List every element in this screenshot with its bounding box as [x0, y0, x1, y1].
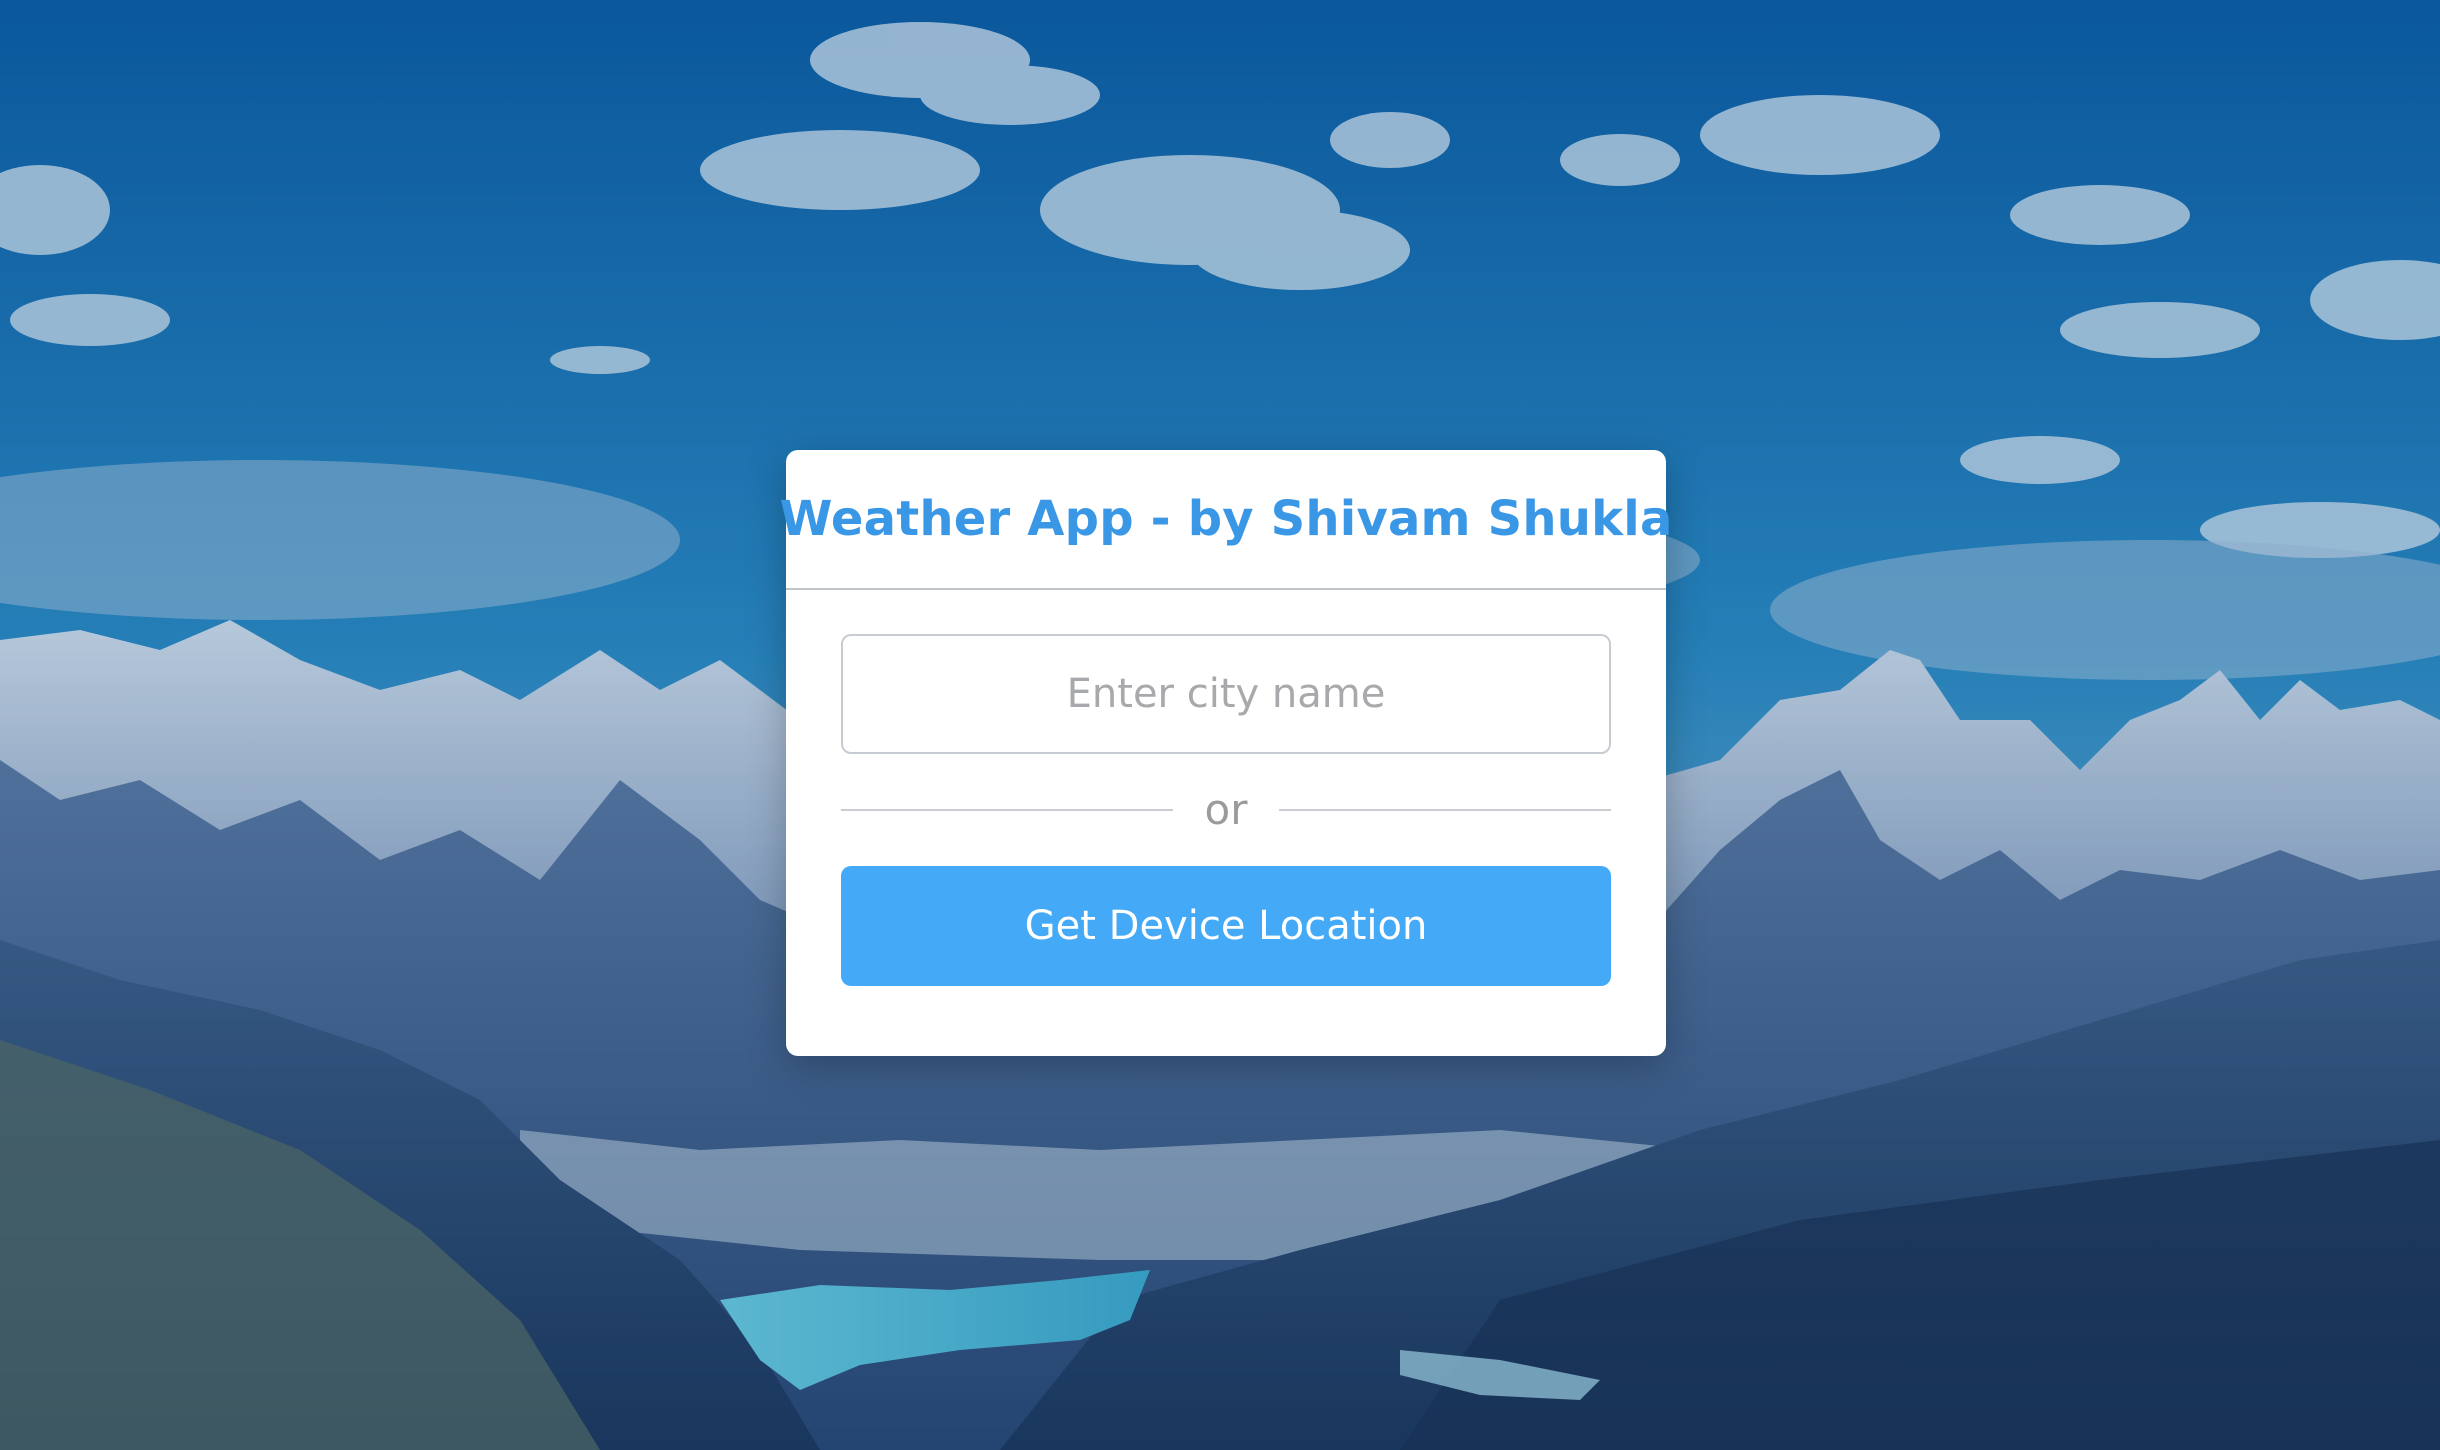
card-body: or Get Device Location [786, 590, 1666, 986]
get-device-location-button[interactable]: Get Device Location [841, 866, 1611, 986]
card-header: Weather App - by Shivam Shukla [779, 450, 1672, 590]
weather-search-card: Weather App - by Shivam Shukla or Get De… [779, 450, 1672, 1056]
divider-line-left [841, 809, 1173, 811]
or-divider: or [841, 754, 1611, 866]
divider-label: or [1204, 785, 1248, 834]
app-title: Weather App - by Shivam Shukla [779, 491, 1673, 547]
divider-line-right [1279, 809, 1611, 811]
app-root: Weather App - by Shivam Shukla or Get De… [0, 0, 2440, 1450]
city-search-input[interactable] [841, 634, 1611, 754]
